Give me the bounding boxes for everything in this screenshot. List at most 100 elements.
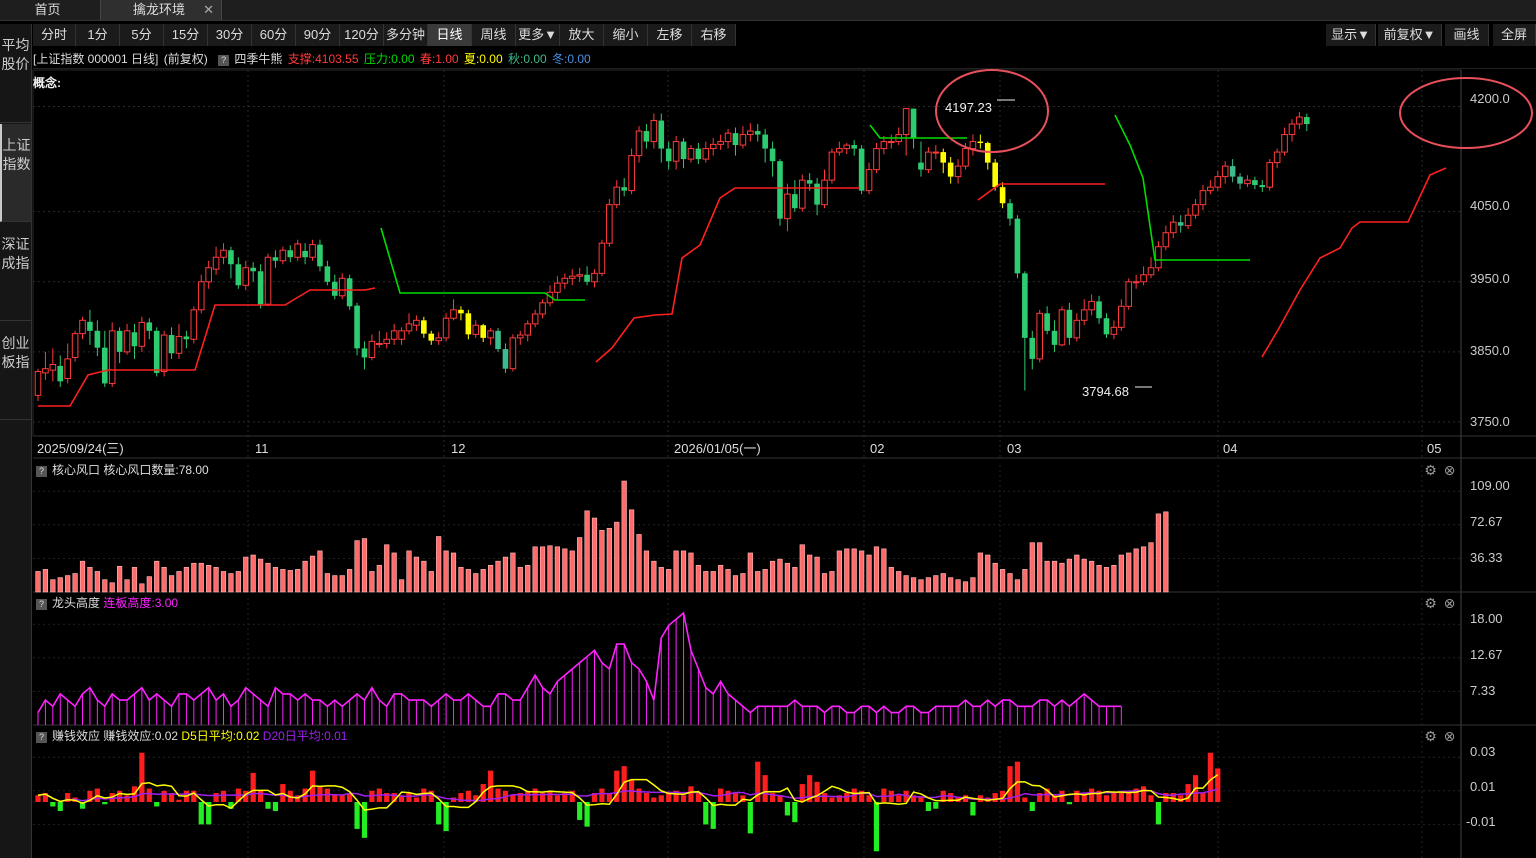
candle-body [212, 256, 220, 270]
fengkou-bar [577, 537, 583, 593]
fengkou-bar [1059, 562, 1065, 593]
candle-body [1140, 274, 1147, 283]
panel3-settings-icon[interactable]: ⚙ [1423, 596, 1438, 611]
profit-bar [50, 802, 56, 807]
fengkou-bar [599, 530, 605, 593]
fengkou-bar [1037, 542, 1043, 593]
candle-body [160, 334, 168, 373]
candle-body [1073, 319, 1081, 339]
y-tick-main-0: 4200.0 [1470, 91, 1510, 106]
candle-body [777, 161, 783, 219]
candle-body [709, 143, 717, 150]
candle-body [717, 141, 724, 145]
candle-body [1192, 204, 1199, 216]
fengkou-bar [651, 560, 657, 593]
panel3-help-icon[interactable]: ? [36, 599, 47, 610]
fengkou-bar [139, 583, 145, 593]
fengkou-bar [1044, 560, 1050, 593]
fengkou-bar [636, 534, 642, 593]
fengkou-bar [295, 569, 301, 593]
candle-body [865, 169, 873, 192]
candle-body [428, 333, 435, 341]
candle-body [495, 330, 501, 350]
panel2-close-icon[interactable]: ⊗ [1442, 463, 1457, 478]
fengkou-bar [643, 550, 650, 593]
panel2-settings-icon[interactable]: ⚙ [1423, 463, 1438, 478]
profit-bar [161, 790, 167, 802]
support-line-1 [595, 187, 860, 363]
candle-body [954, 165, 962, 178]
candle-body [64, 358, 71, 380]
profit-bar [1178, 795, 1184, 802]
concept-label: 概念: [33, 75, 61, 90]
panel4-close-icon[interactable]: ⊗ [1442, 729, 1457, 744]
candle-body [806, 180, 813, 184]
y-tick-p2-0: 109.00 [1470, 478, 1510, 493]
main-frame [32, 69, 1462, 437]
candle-body [1036, 312, 1044, 360]
candle-body [87, 321, 93, 331]
candle-body [554, 282, 561, 293]
fengkou-bar [1066, 558, 1072, 593]
candle-body [561, 277, 569, 284]
panel2-value: 核心风口数量:78.00 [103, 463, 209, 477]
candle-body [1051, 330, 1058, 345]
panel3-title: 龙头高度 [52, 596, 101, 610]
x-label-3: 2026/01/05(一) [674, 441, 761, 456]
candle-body [762, 134, 768, 149]
fengkou-bar [428, 571, 434, 593]
fengkou-bar [532, 546, 538, 593]
profit-bar [643, 793, 650, 802]
panel2-help-icon[interactable]: ? [36, 466, 47, 477]
fengkou-bar [1111, 564, 1117, 593]
profit-bar [896, 795, 902, 802]
y-tick-main-1: 4050.0 [1470, 198, 1510, 213]
candle-body [1044, 313, 1050, 331]
candle-body [101, 347, 108, 384]
profit-bar [124, 795, 130, 802]
fengkou-bar [79, 560, 86, 593]
fengkou-bar [591, 517, 598, 593]
fengkou-bar [391, 552, 397, 593]
panel3-close-icon[interactable]: ⊗ [1442, 596, 1457, 611]
fengkou-bar [970, 577, 976, 593]
fengkou-bar [161, 567, 167, 593]
candle-body [338, 277, 346, 297]
fengkou-bar [910, 577, 917, 593]
profit-bar [554, 795, 560, 802]
candle-body [873, 148, 880, 171]
fengkou-bar [680, 550, 687, 593]
x-label-2: 12 [451, 441, 465, 456]
candle-body [843, 144, 851, 150]
candle-body [361, 348, 368, 358]
fengkou-bar [473, 573, 479, 593]
candle-body [49, 363, 57, 371]
fengkou-bar [1118, 554, 1124, 593]
profit-bar [992, 793, 998, 802]
candle-body [317, 244, 323, 267]
candle-body [999, 187, 1006, 204]
candle-body [1199, 190, 1207, 206]
fengkou-bar [280, 569, 286, 593]
candle-body [264, 256, 272, 305]
candle-body [1058, 309, 1066, 346]
fengkou-bar [695, 564, 701, 593]
y-tick-p3-1: 12.67 [1470, 647, 1503, 662]
candle-body [1304, 117, 1310, 125]
candle-body [754, 131, 761, 135]
fengkou-bar [176, 571, 182, 593]
core-fengkou-bars [35, 480, 1169, 593]
candle-body [309, 244, 316, 258]
profit-bar [703, 802, 709, 825]
candle-body [1259, 185, 1266, 188]
fengkou-bar [933, 575, 939, 593]
candle-body [480, 325, 486, 338]
panel4-settings-icon[interactable]: ⚙ [1423, 729, 1438, 744]
candle-body [628, 155, 635, 192]
y-tick-p4-1: 0.01 [1470, 779, 1495, 794]
x-label-7: 05 [1427, 441, 1441, 456]
fengkou-bar [784, 562, 791, 593]
panel4-help-icon[interactable]: ? [36, 732, 47, 743]
fengkou-bar [347, 569, 353, 593]
fengkou-bar [354, 540, 360, 593]
